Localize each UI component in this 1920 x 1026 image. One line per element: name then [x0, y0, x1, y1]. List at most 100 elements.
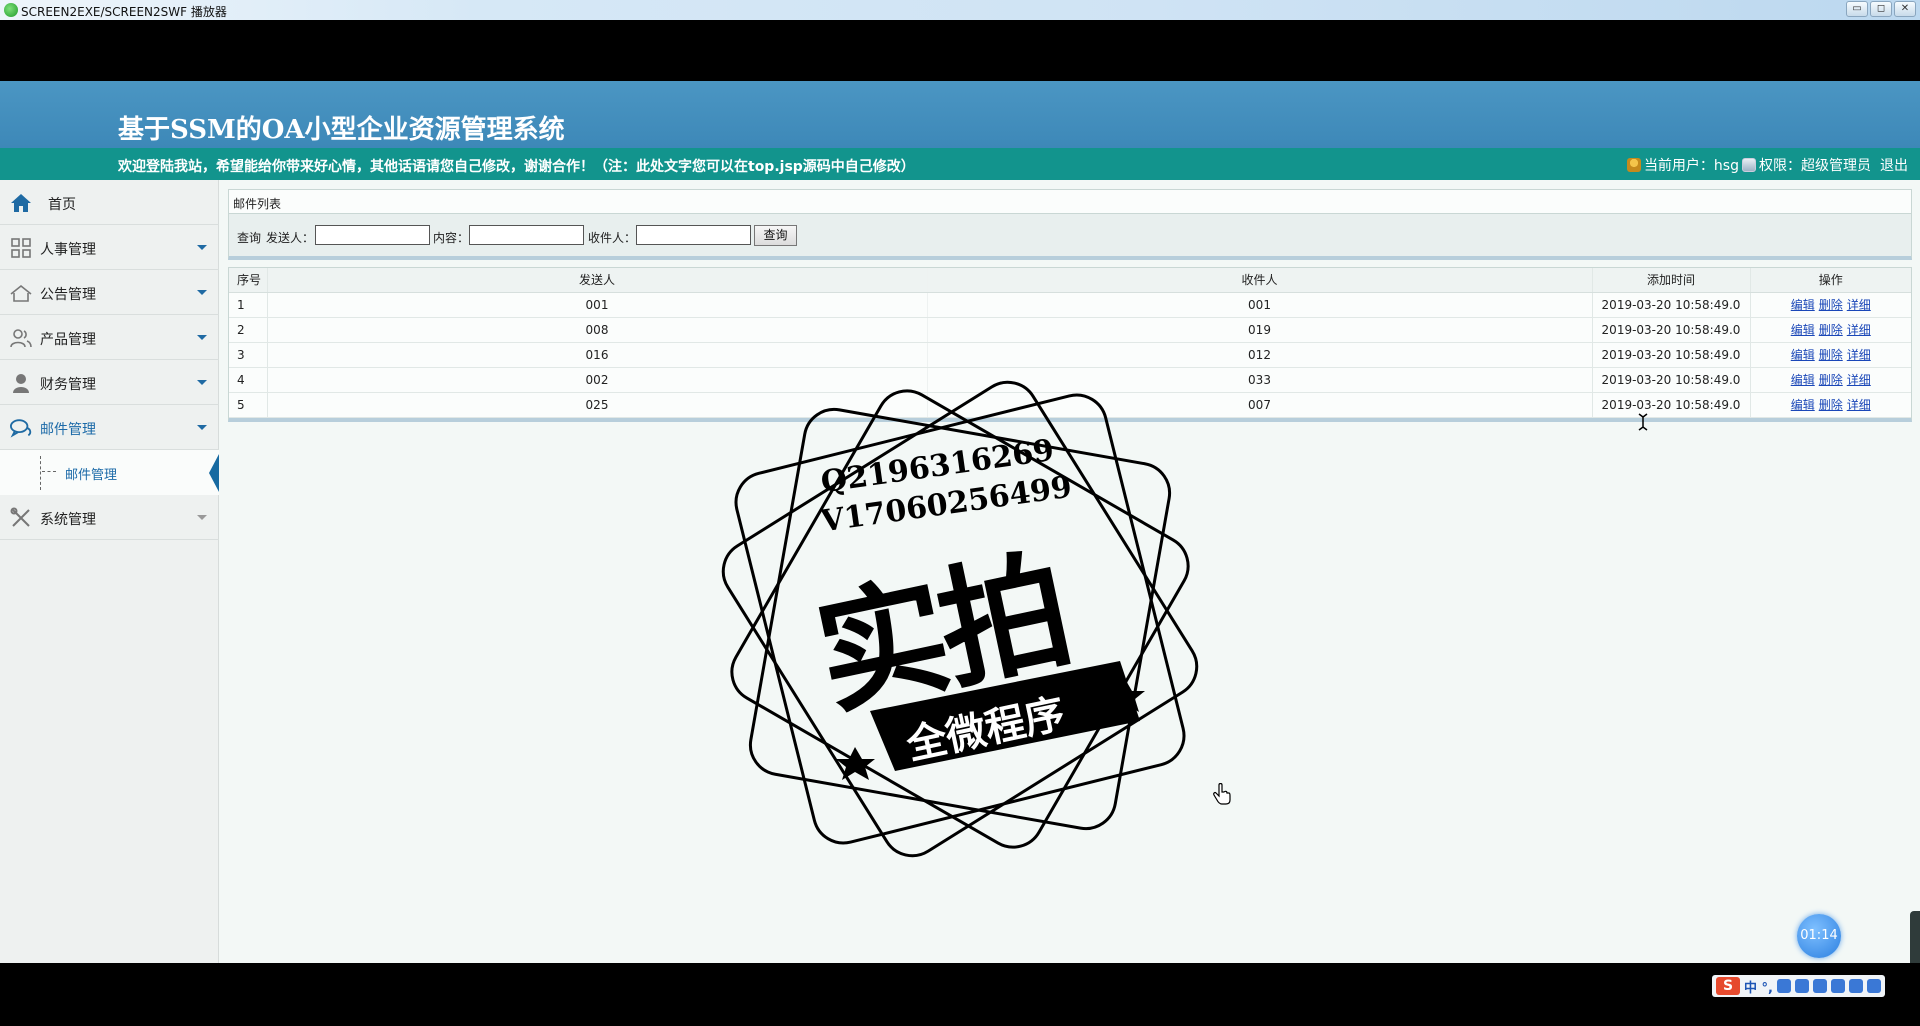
- minimize-button[interactable]: ▭: [1846, 1, 1868, 17]
- user-icon[interactable]: [1830, 979, 1845, 993]
- col-header-time: 添加时间: [1592, 268, 1751, 293]
- detail-link[interactable]: 详细: [1847, 348, 1871, 362]
- chevron-down-icon: [197, 335, 207, 340]
- sidebar-item-label: 财务管理: [40, 377, 96, 393]
- delete-link[interactable]: 删除: [1819, 298, 1843, 312]
- delete-link[interactable]: 删除: [1819, 348, 1843, 362]
- microphone-icon[interactable]: [1794, 979, 1809, 993]
- tree-line: [40, 456, 41, 490]
- receiver-input[interactable]: [636, 225, 751, 245]
- sender-input[interactable]: [315, 225, 430, 245]
- sidebar-item-mail[interactable]: 邮件管理: [0, 405, 219, 450]
- cell-receiver: 019: [927, 317, 1593, 343]
- letterbox-bottom: [0, 963, 1920, 1026]
- site-header: 基于SSM的OA小型企业资源管理系统: [0, 81, 1920, 148]
- sidebar-item-hr[interactable]: 人事管理: [0, 225, 219, 270]
- recording-timer[interactable]: 01:14: [1797, 914, 1841, 958]
- watermark-stamp: Q2196316269 V17060256499 实拍 全微程序: [720, 379, 1200, 859]
- col-header-sender: 发送人: [267, 268, 928, 293]
- cell-sender: 016: [267, 342, 928, 368]
- oa-app: 基于SSM的OA小型企业资源管理系统 欢迎登陆我站，希望能给你带来好心情，其他话…: [0, 81, 1920, 967]
- sidebar-item-label: 产品管理: [40, 332, 96, 348]
- cell-receiver: 001: [927, 292, 1593, 318]
- table-row: 1 001 001 2019-03-20 10:58:49.0 编辑 删除 详细: [229, 292, 1911, 318]
- cell-time: 2019-03-20 10:58:49.0: [1592, 342, 1751, 368]
- letterbox-top: [0, 20, 1920, 81]
- maximize-button[interactable]: ◻: [1870, 1, 1892, 17]
- cell-no: 3: [229, 342, 268, 368]
- sidebar-item-label: 邮件管理: [40, 422, 96, 438]
- receiver-label: 收件人：: [588, 231, 637, 245]
- edit-link[interactable]: 编辑: [1791, 298, 1815, 312]
- panel-header: 邮件列表: [228, 189, 1912, 214]
- sidebar-item-label: 人事管理: [40, 242, 96, 258]
- sidebar-item-label: 公告管理: [40, 287, 96, 303]
- chevron-down-icon: [197, 290, 207, 295]
- detail-link[interactable]: 详细: [1847, 398, 1871, 412]
- sidebar-item-product[interactable]: 产品管理: [0, 315, 219, 360]
- cell-time: 2019-03-20 10:58:49.0: [1592, 367, 1751, 393]
- table-row: 2 008 019 2019-03-20 10:58:49.0 编辑 删除 详细: [229, 317, 1911, 343]
- cell-receiver: 012: [927, 342, 1593, 368]
- content-input[interactable]: [469, 225, 584, 245]
- site-title: 基于SSM的OA小型企业资源管理系统: [118, 115, 565, 145]
- cell-ops: 编辑 删除 详细: [1750, 367, 1911, 393]
- sidebar-item-notice[interactable]: 公告管理: [0, 270, 219, 315]
- emoji-icon[interactable]: [1776, 979, 1791, 993]
- detail-link[interactable]: 详细: [1847, 298, 1871, 312]
- search-button[interactable]: 查询: [754, 225, 797, 246]
- skin-icon[interactable]: [1848, 979, 1863, 993]
- table-row: 3 016 012 2019-03-20 10:58:49.0 编辑 删除 详细: [229, 342, 1911, 368]
- cell-ops: 编辑 删除 详细: [1750, 292, 1911, 318]
- grid-icon: [10, 237, 32, 259]
- welcome-message: 欢迎登陆我站，希望能给你带来好心情，其他话语请您自己修改，谢谢合作！（注：此处文…: [118, 159, 915, 175]
- person-icon: [10, 372, 32, 394]
- cell-ops: 编辑 删除 详细: [1750, 342, 1911, 368]
- close-button[interactable]: ✕: [1894, 1, 1916, 17]
- app-icon: [4, 3, 18, 17]
- sogou-logo-icon: S: [1716, 977, 1740, 995]
- submenu-item-mail-management[interactable]: 邮件管理: [0, 450, 219, 495]
- chevron-down-icon: [197, 380, 207, 385]
- ime-toolbar[interactable]: S 中 °,: [1712, 975, 1885, 997]
- title-bar: SCREEN2EXE/SCREEN2SWF 播放器 ▭ ◻ ✕: [0, 0, 1920, 20]
- col-header-no: 序号: [229, 268, 268, 293]
- tools-icon: [10, 507, 32, 529]
- query-label: 查询: [237, 231, 262, 245]
- cell-sender: 008: [267, 317, 928, 343]
- edit-link[interactable]: 编辑: [1791, 398, 1815, 412]
- ime-mode: 中 °,: [1744, 980, 1773, 996]
- edit-link[interactable]: 编辑: [1791, 348, 1815, 362]
- detail-link[interactable]: 详细: [1847, 323, 1871, 337]
- sidebar-item-label: 系统管理: [40, 512, 96, 528]
- sidebar-item-system[interactable]: 系统管理: [0, 495, 219, 540]
- cell-no: 5: [229, 392, 268, 418]
- home-icon: [10, 192, 32, 214]
- delete-link[interactable]: 删除: [1819, 373, 1843, 387]
- detail-link[interactable]: 详细: [1847, 373, 1871, 387]
- cell-sender: 001: [267, 292, 928, 318]
- edit-link[interactable]: 编辑: [1791, 373, 1815, 387]
- sidebar-item-finance[interactable]: 财务管理: [0, 360, 219, 405]
- edit-link[interactable]: 编辑: [1791, 323, 1815, 337]
- panel-title: 邮件列表: [233, 197, 282, 211]
- sidebar-item-label: 首页: [48, 197, 76, 213]
- cell-no: 4: [229, 367, 268, 393]
- current-user: 当前用户：hsg: [1643, 158, 1739, 174]
- col-header-ops: 操作: [1750, 268, 1911, 293]
- submenu-label: 邮件管理: [65, 468, 118, 483]
- keyboard-icon[interactable]: [1812, 979, 1827, 993]
- tree-line: [42, 471, 56, 472]
- sidebar-item-home[interactable]: 首页: [0, 180, 219, 225]
- cell-time: 2019-03-20 10:58:49.0: [1592, 317, 1751, 343]
- sender-label: 发送人：: [266, 231, 315, 245]
- delete-link[interactable]: 删除: [1819, 323, 1843, 337]
- cell-no: 2: [229, 317, 268, 343]
- sidebar: 首页 人事管理 公告管理 产品管理 财务管理 邮件管理 邮件管理 系统管理: [0, 180, 219, 963]
- content-label: 内容：: [433, 231, 470, 245]
- side-handle[interactable]: [1910, 911, 1920, 967]
- logout-link[interactable]: 退出: [1880, 155, 1908, 175]
- hand-cursor-icon: [1213, 783, 1231, 805]
- toolbox-icon[interactable]: [1866, 979, 1881, 993]
- delete-link[interactable]: 删除: [1819, 398, 1843, 412]
